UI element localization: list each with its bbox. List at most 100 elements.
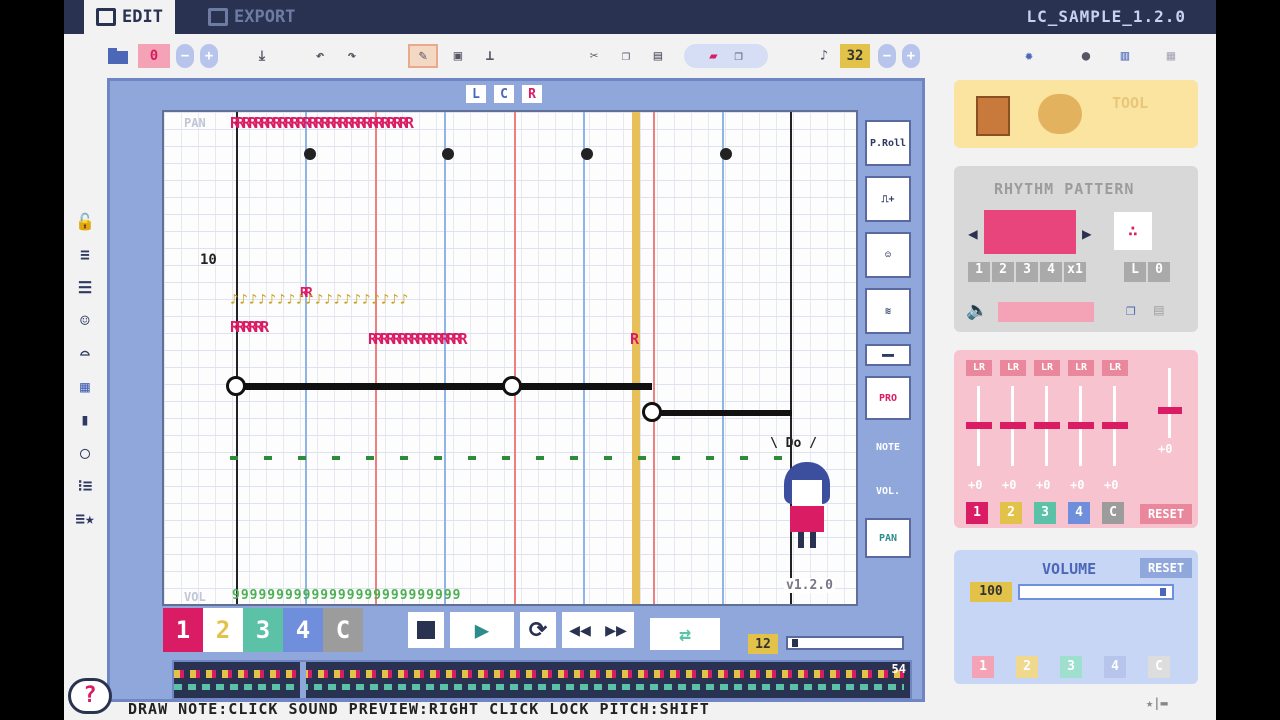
rhythm-num[interactable]: 2 bbox=[992, 262, 1014, 282]
help-button[interactable]: ? bbox=[68, 678, 112, 714]
note-mode-button[interactable]: NOTE bbox=[865, 430, 911, 464]
track-button-1[interactable]: 1 bbox=[163, 608, 203, 652]
lcr-l[interactable]: L bbox=[466, 85, 486, 103]
master-fader-thumb[interactable] bbox=[1158, 406, 1182, 414]
palette-icon[interactable] bbox=[1038, 94, 1082, 134]
mixer-fader-thumb[interactable] bbox=[1000, 422, 1026, 429]
face-button[interactable]: ☺ bbox=[865, 232, 911, 278]
volume-track-c[interactable]: C bbox=[1148, 656, 1170, 678]
eraser-icon[interactable]: ▰ bbox=[709, 48, 717, 64]
paste-icon[interactable]: ▤ bbox=[646, 44, 670, 68]
copy-pattern-icon[interactable]: ❐ bbox=[1126, 300, 1136, 319]
mixer-track-button[interactable]: 4 bbox=[1068, 502, 1090, 524]
credits-icon[interactable]: ★|▬ bbox=[1146, 696, 1168, 710]
lock-icon[interactable]: 🔓 bbox=[74, 210, 96, 232]
folder-icon[interactable] bbox=[106, 44, 130, 68]
play-button[interactable]: ▶ bbox=[450, 612, 514, 648]
note-face-icon[interactable] bbox=[642, 402, 662, 422]
rhythm-extra-0[interactable]: 0 bbox=[1148, 262, 1170, 282]
lines-thick-icon[interactable]: ☰ bbox=[74, 276, 96, 298]
note-face-icon[interactable] bbox=[502, 376, 522, 396]
pulse-add-button[interactable]: ⎍+ bbox=[865, 176, 911, 222]
playhead[interactable] bbox=[632, 112, 640, 604]
select-icon[interactable]: ▣ bbox=[446, 44, 470, 68]
master-fader[interactable] bbox=[1168, 368, 1171, 438]
smile-icon[interactable]: ☺ bbox=[74, 309, 96, 331]
stamp-icon[interactable]: ⊥ bbox=[478, 44, 502, 68]
speaker-icon[interactable]: 🔈 bbox=[966, 300, 988, 321]
rhythm-num[interactable]: 3 bbox=[1016, 262, 1038, 282]
undo-icon[interactable]: ↶ bbox=[308, 44, 332, 68]
bomb-icon[interactable]: ● bbox=[1074, 44, 1098, 68]
speed-slider-thumb[interactable] bbox=[792, 639, 798, 647]
minus-button[interactable]: − bbox=[176, 44, 194, 68]
note-row-red[interactable]: RRRRRRRRRRRRRRRR bbox=[368, 330, 467, 348]
long-note[interactable] bbox=[652, 410, 792, 416]
overview-cursor[interactable] bbox=[300, 662, 306, 698]
mixer-fader-thumb[interactable] bbox=[1102, 422, 1128, 429]
track-button-2[interactable]: 2 bbox=[203, 608, 243, 652]
stop-button[interactable] bbox=[408, 612, 444, 648]
mixer-track-button[interactable]: 3 bbox=[1034, 502, 1056, 524]
paste-pattern-icon[interactable]: ▤ bbox=[1154, 300, 1164, 319]
pan-mode-button[interactable]: PAN bbox=[865, 518, 911, 558]
volume-track-1[interactable]: 1 bbox=[972, 656, 994, 678]
rhythm-num[interactable]: x1 bbox=[1064, 262, 1086, 282]
bookmark-icon[interactable]: ▮ bbox=[74, 408, 96, 430]
circle-icon[interactable]: ◯ bbox=[74, 441, 96, 463]
repeat-toggle[interactable]: ⇄ bbox=[650, 618, 720, 650]
tempo-minus-button[interactable]: − bbox=[878, 44, 896, 68]
pencil-icon[interactable]: ✎ bbox=[408, 44, 438, 68]
palette-strip[interactable]: ▬▬ bbox=[865, 344, 911, 366]
plus-button[interactable]: + bbox=[200, 44, 218, 68]
volume-slider[interactable] bbox=[1018, 584, 1174, 600]
track-button-3[interactable]: 3 bbox=[243, 608, 283, 652]
mixer-fader-thumb[interactable] bbox=[1068, 422, 1094, 429]
loop-button[interactable]: ⟳ bbox=[520, 612, 556, 648]
note-row-red[interactable]: RRRRRR bbox=[230, 318, 269, 336]
duplicate-icon[interactable]: ❐ bbox=[734, 48, 742, 64]
rhythm-num[interactable]: 1 bbox=[968, 262, 990, 282]
vol-mode-button[interactable]: VOL. bbox=[865, 474, 911, 508]
grid-icon[interactable]: ▦ bbox=[74, 375, 96, 397]
layout-icon[interactable]: ▥ bbox=[1108, 44, 1142, 68]
copy-icon[interactable]: ❐ bbox=[614, 44, 638, 68]
prev-arrow-icon[interactable]: ◀ bbox=[968, 224, 978, 243]
gear-icon[interactable]: ✹ bbox=[1017, 44, 1041, 68]
lines-icon[interactable]: ≡ bbox=[74, 243, 96, 265]
next-arrow-icon[interactable]: ▶ bbox=[1082, 224, 1092, 243]
note-grid[interactable]: PAN RRRRRRRRRRRRRRRRRRRRRRRRRRRRRR VOL 9… bbox=[162, 110, 858, 606]
forward-button[interactable]: ▶▶ bbox=[598, 612, 634, 648]
song-overview[interactable]: 54 bbox=[172, 660, 912, 700]
download-icon[interactable]: ⤓ bbox=[250, 44, 274, 68]
track-button-4[interactable]: 4 bbox=[283, 608, 323, 652]
star-list-icon[interactable]: ≡★ bbox=[74, 507, 96, 529]
lcr-r[interactable]: R bbox=[522, 85, 542, 103]
rhythm-extra-l[interactable]: L bbox=[1124, 262, 1146, 282]
volume-track-2[interactable]: 2 bbox=[1016, 656, 1038, 678]
rhythm-shape-button[interactable]: ∴ bbox=[1114, 212, 1152, 250]
volume-track-3[interactable]: 3 bbox=[1060, 656, 1082, 678]
layers-button[interactable]: ≋ bbox=[865, 288, 911, 334]
track-button-c[interactable]: C bbox=[323, 608, 363, 652]
rhythm-sound-options[interactable] bbox=[998, 302, 1094, 322]
mixer-reset-button[interactable]: RESET bbox=[1140, 504, 1192, 524]
mixer-track-button[interactable]: 1 bbox=[966, 502, 988, 524]
long-note[interactable] bbox=[236, 383, 652, 390]
volume-track-4[interactable]: 4 bbox=[1104, 656, 1126, 678]
redo-icon[interactable]: ↷ bbox=[340, 44, 364, 68]
tab-edit[interactable]: EDIT bbox=[84, 0, 175, 34]
mixer-track-button[interactable]: C bbox=[1102, 502, 1124, 524]
tab-export[interactable]: EXPORT bbox=[196, 0, 307, 34]
tempo-plus-button[interactable]: + bbox=[902, 44, 920, 68]
speed-slider[interactable] bbox=[786, 636, 904, 650]
volume-slider-thumb[interactable] bbox=[1160, 588, 1166, 596]
book-icon[interactable] bbox=[976, 96, 1010, 136]
mixer-fader-thumb[interactable] bbox=[1034, 422, 1060, 429]
mixer-fader-thumb[interactable] bbox=[966, 422, 992, 429]
rhythm-num[interactable]: 4 bbox=[1040, 262, 1062, 282]
note-row-yellow[interactable]: ♪♪♪♪♪♪♪♪♪♪♪♪♪♪♪♪♪♪♪ bbox=[230, 292, 409, 308]
note-row-red[interactable]: R bbox=[630, 330, 639, 348]
list-icon[interactable]: ⁝≡ bbox=[74, 474, 96, 496]
drum-icon[interactable]: ⌓ bbox=[74, 342, 96, 364]
